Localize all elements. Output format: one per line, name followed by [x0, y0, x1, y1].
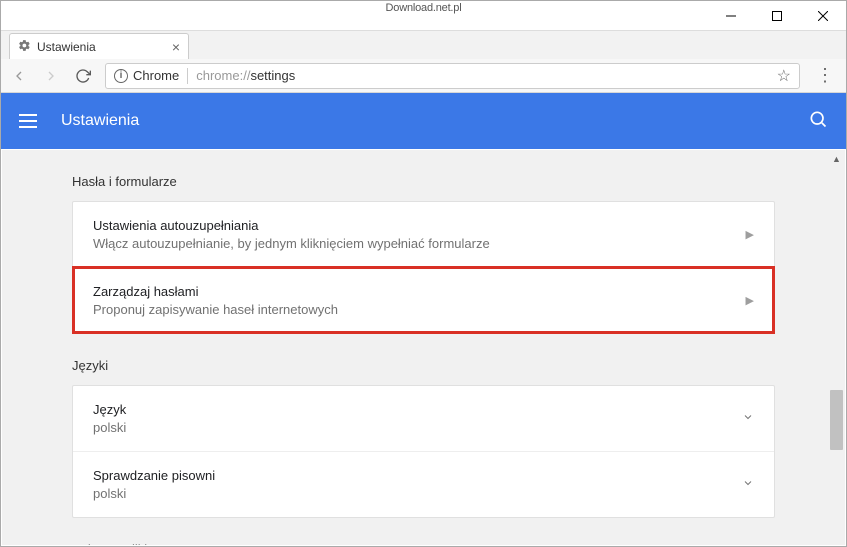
search-icon[interactable]	[808, 109, 828, 134]
row-manage-title: Zarządzaj hasłami	[93, 284, 338, 299]
browser-tab-settings[interactable]: Ustawienia ×	[9, 33, 189, 59]
site-info-chip[interactable]: i Chrome	[114, 68, 179, 83]
row-language-sub: polski	[93, 420, 126, 435]
nav-reload-button[interactable]	[73, 66, 93, 86]
chevron-right-icon: ▶	[746, 228, 754, 241]
row-autofill-sub: Włącz autouzupełnianie, by jednym klikni…	[93, 236, 490, 251]
omnibox-separator	[187, 68, 188, 84]
section-title-languages: Języki	[72, 358, 775, 373]
menu-icon[interactable]	[19, 109, 43, 133]
settings-title: Ustawienia	[61, 112, 139, 130]
passwords-card: Ustawienia autouzupełniania Włącz autouz…	[72, 201, 775, 334]
settings-header: Ustawienia	[1, 93, 846, 149]
window-minimize-button[interactable]	[708, 1, 754, 30]
row-spellcheck[interactable]: Sprawdzanie pisowni polski	[73, 451, 774, 517]
section-title-passwords: Hasła i formularze	[72, 174, 775, 189]
row-manage-sub: Proponuj zapisywanie haseł internetowych	[93, 302, 338, 317]
row-language[interactable]: Język polski	[73, 386, 774, 451]
chip-label: Chrome	[133, 68, 179, 83]
window-maximize-button[interactable]	[754, 1, 800, 30]
browser-toolbar: i Chrome chrome://settings ☆ ⋮	[1, 59, 846, 93]
nav-forward-button[interactable]	[41, 66, 61, 86]
window-close-button[interactable]	[800, 1, 846, 30]
settings-content: ▲ Hasła i formularze Ustawienia autouzup…	[2, 150, 845, 545]
languages-card: Język polski Sprawdzanie pisowni polski	[72, 385, 775, 518]
scrollbar-up-icon[interactable]: ▲	[828, 150, 845, 167]
scrollbar[interactable]: ▲	[828, 150, 845, 545]
watermark-text: Download.net.pl	[386, 1, 462, 14]
nav-back-button[interactable]	[9, 66, 29, 86]
url-text: chrome://settings	[196, 68, 295, 83]
info-icon: i	[114, 69, 128, 83]
gear-icon	[18, 39, 31, 55]
chevron-right-icon: ▶	[746, 294, 754, 307]
chevron-down-icon	[742, 477, 754, 492]
address-bar[interactable]: i Chrome chrome://settings ☆	[105, 63, 800, 89]
browser-tabbar: Ustawienia ×	[1, 31, 846, 59]
row-autofill[interactable]: Ustawienia autouzupełniania Włącz autouz…	[73, 202, 774, 267]
section-title-downloads: Pobrane pliki	[72, 542, 775, 545]
window-titlebar: Download.net.pl	[1, 1, 846, 31]
browser-menu-button[interactable]: ⋮	[812, 65, 838, 86]
tab-title: Ustawienia	[37, 40, 96, 54]
row-language-title: Język	[93, 402, 126, 417]
scrollbar-thumb[interactable]	[830, 390, 843, 450]
chevron-down-icon	[742, 411, 754, 426]
row-spellcheck-title: Sprawdzanie pisowni	[93, 468, 215, 483]
tab-close-button[interactable]: ×	[172, 39, 180, 55]
bookmark-star-icon[interactable]: ☆	[777, 66, 791, 86]
row-autofill-title: Ustawienia autouzupełniania	[93, 218, 490, 233]
row-manage-passwords[interactable]: Zarządzaj hasłami Proponuj zapisywanie h…	[73, 267, 774, 333]
row-spellcheck-sub: polski	[93, 486, 215, 501]
